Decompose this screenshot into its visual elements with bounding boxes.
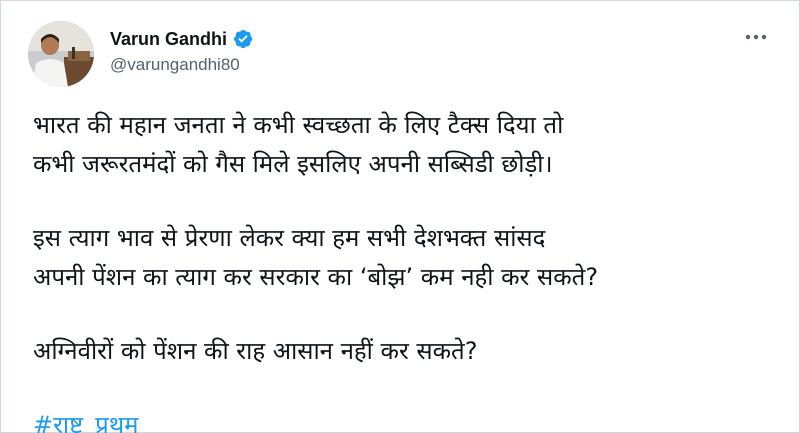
tweet-line: भारत की महान जनता ने कभी स्वच्छता के लिए… <box>33 111 564 139</box>
tweet-header: Varun Gandhi @varungandhi80 <box>28 21 779 87</box>
display-name[interactable]: Varun Gandhi <box>110 27 227 51</box>
avatar-image <box>28 21 94 87</box>
tweet-text: भारत की महान जनता ने कभी स्वच्छता के लिए… <box>33 106 773 433</box>
tweet-card: Varun Gandhi @varungandhi80 भारत की महान… <box>0 0 800 433</box>
tweet-line: इस त्याग भाव से प्रेरणा लेकर क्या हम सभी… <box>33 224 546 252</box>
tweet-line: कभी जरूरतमंदों को गैस मिले इसलिए अपनी सब… <box>33 150 553 178</box>
tweet-line: अग्निवीरों को पेंशन की राह आसान नहीं कर … <box>33 337 478 365</box>
tweet-line: अपनी पेंशन का त्याग कर सरकार का ‘बोझ’ कम… <box>33 263 599 291</box>
handle[interactable]: @varungandhi80 <box>110 54 254 76</box>
hashtag-line: #राष्ट्र_प्रथम <box>33 406 773 433</box>
display-name-row: Varun Gandhi <box>110 27 254 51</box>
hashtag-link[interactable]: #राष्ट्र_प्रथम <box>33 411 139 433</box>
more-options-icon[interactable] <box>741 27 771 47</box>
author-info: Varun Gandhi @varungandhi80 <box>110 27 254 76</box>
verified-badge-icon <box>232 28 254 50</box>
avatar[interactable] <box>28 21 94 87</box>
